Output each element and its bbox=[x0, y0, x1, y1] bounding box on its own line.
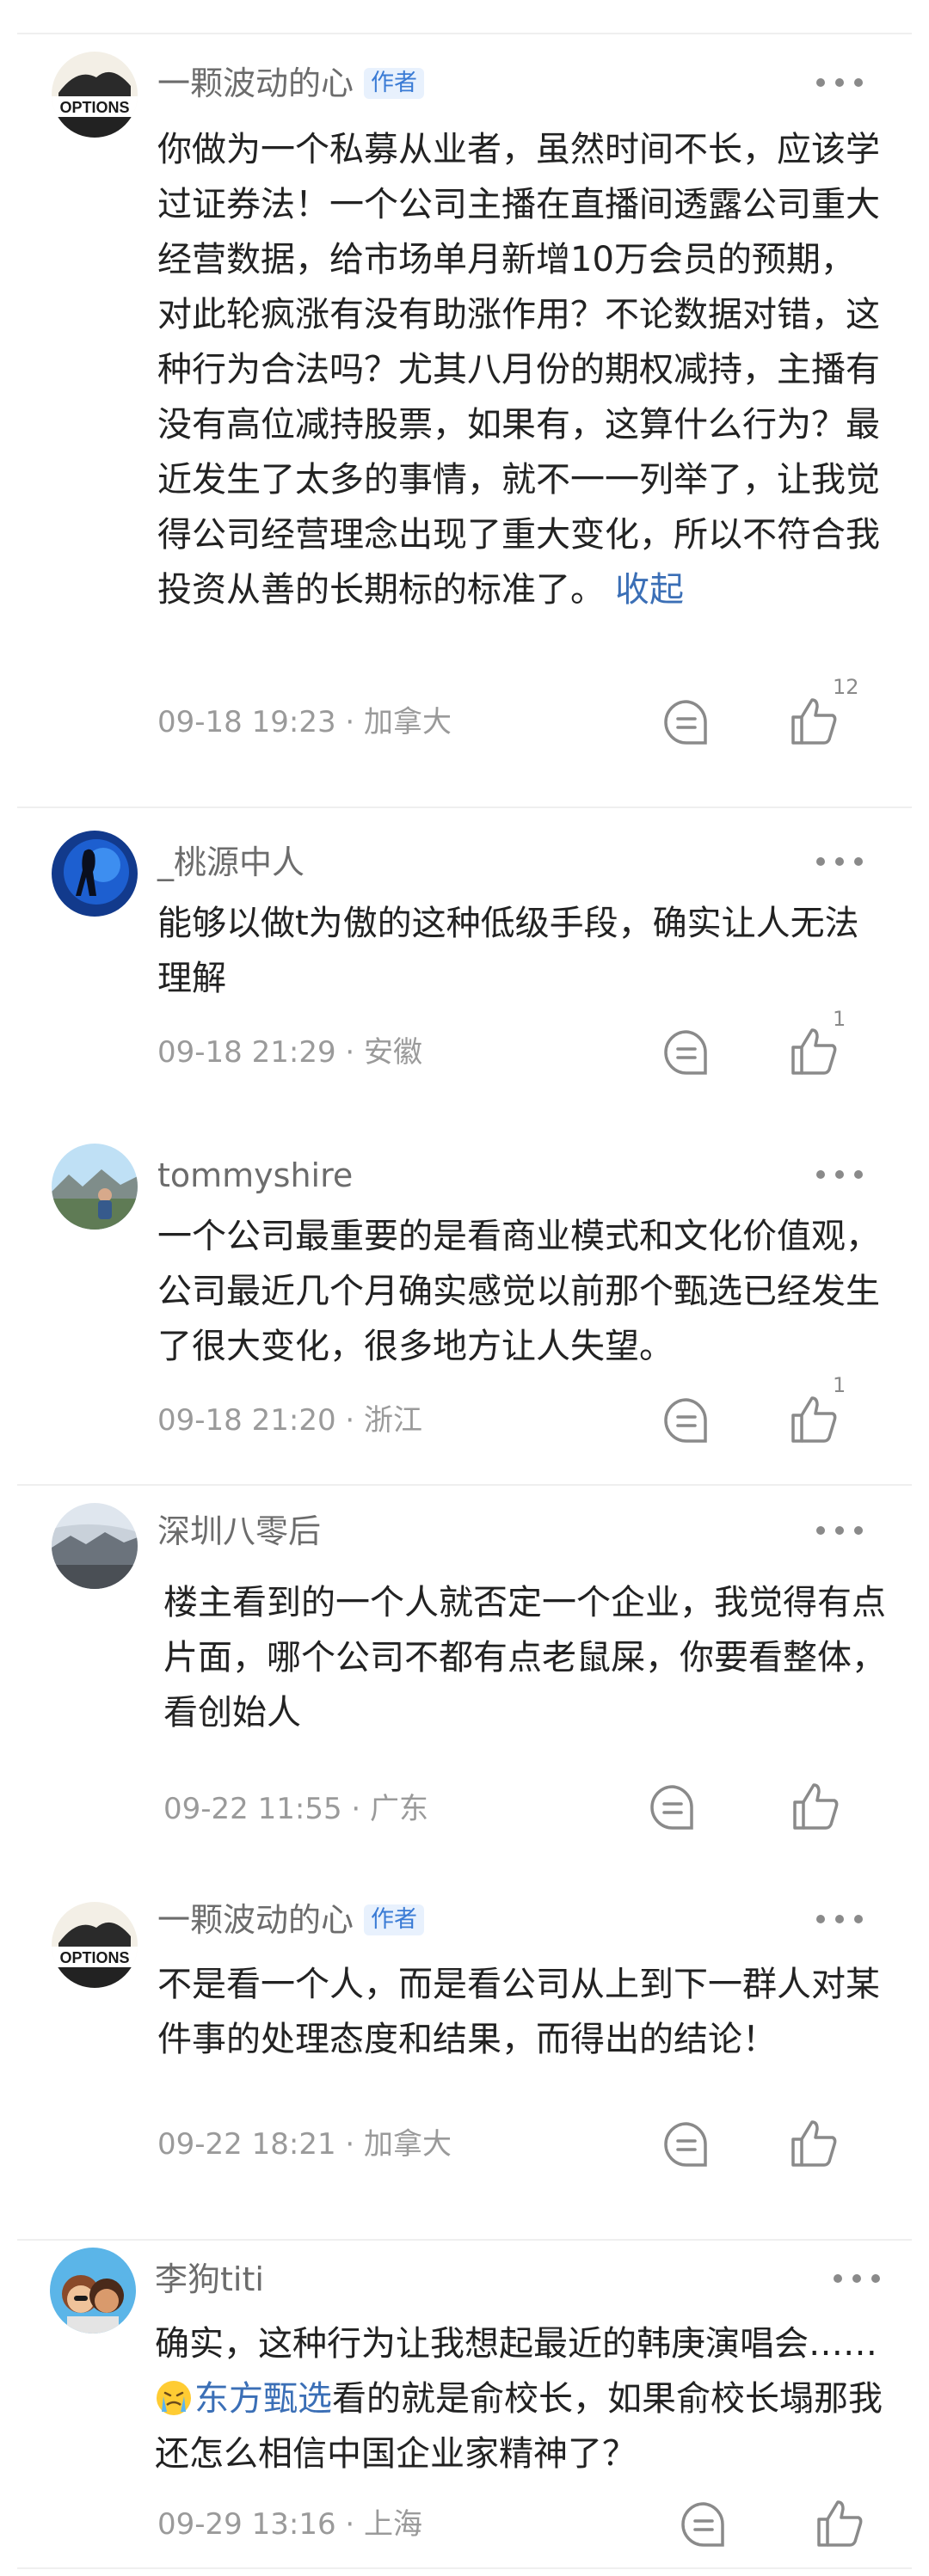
like-icon[interactable] bbox=[786, 1391, 841, 1446]
timestamp: 09-22 11:55 bbox=[163, 1792, 342, 1826]
like-count: 1 bbox=[833, 1007, 846, 1031]
like-count: 12 bbox=[833, 675, 859, 699]
collapse-link[interactable]: 收起 bbox=[615, 570, 684, 610]
comment-item: OPTIONS 一颗波动的心 作者 不是看一个人，而是看公司从上到下一群人对某件事… bbox=[0, 1871, 929, 2239]
comment-text: 不是看一个人，而是看公司从上到下一群人对某件事的处理态度和结果，而得出的结论！ bbox=[157, 1965, 880, 2059]
location: 浙江 bbox=[364, 1403, 423, 1438]
avatar[interactable] bbox=[52, 1144, 138, 1230]
comment-body: 确实，这种行为让我想起最近的韩庚演唱会……东方甄选看的就是俞校长，如果俞校长塌那… bbox=[155, 2316, 903, 2481]
reply-icon[interactable] bbox=[659, 1025, 714, 1080]
like-icon[interactable] bbox=[788, 1778, 843, 1833]
comment-text: 楼主看到的一个人就否定一个企业，我觉得有点片面，哪个公司不都有点老鼠屎，你要看整… bbox=[163, 1583, 886, 1733]
like-count: 1 bbox=[833, 1373, 846, 1397]
username[interactable]: 一颗波动的心 作者 bbox=[157, 1898, 425, 1941]
timestamp: 09-22 18:21 bbox=[157, 2127, 336, 2162]
comment-body: 一个公司最重要的是看商业模式和文化价值观，公司最近几个月确实感觉以前那个甄选已经… bbox=[157, 1209, 889, 1374]
comment-body: 楼主看到的一个人就否定一个企业，我觉得有点片面，哪个公司不都有点老鼠屎，你要看整… bbox=[163, 1575, 895, 1740]
author-badge: 作者 bbox=[364, 1904, 425, 1935]
timestamp: 09-29 13:16 bbox=[157, 2507, 336, 2542]
mention-link[interactable]: 东方甄选 bbox=[194, 2379, 332, 2419]
comment-item: tommyshire 一个公司最重要的是看商业模式和文化价值观，公司最近几个月确… bbox=[0, 1118, 929, 1484]
like-icon[interactable] bbox=[786, 2115, 841, 2170]
author-badge: 作者 bbox=[364, 67, 425, 99]
avatar-logo-text: OPTIONS bbox=[59, 1949, 129, 1966]
comment-text: 一个公司最重要的是看商业模式和文化价值观，公司最近几个月确实感觉以前那个甄选已经… bbox=[157, 1217, 880, 1366]
more-options-icon[interactable] bbox=[814, 74, 865, 91]
comment-meta: 09-18 19:23 · 加拿大 bbox=[157, 703, 452, 741]
comment-text: 能够以做t为傲的这种低级手段，确实让人无法理解 bbox=[157, 904, 859, 998]
avatar-logo-text: OPTIONS bbox=[59, 99, 129, 116]
comment-item: 深圳八零后 楼主看到的一个人就否定一个企业，我觉得有点片面，哪个公司不都有点老鼠… bbox=[0, 1484, 929, 1871]
comment-text-prefix: 确实，这种行为让我想起最近的韩庚演唱会…… bbox=[155, 2324, 877, 2364]
comment-item: OPTIONS 一颗波动的心 作者 你做为一个私募从业者，虽然时间不长，应该学过证… bbox=[0, 0, 929, 807]
comment-body: 你做为一个私募从业者，虽然时间不长，应该学过证券法！一个公司主播在直播间透露公司… bbox=[157, 122, 889, 617]
username[interactable]: 李狗titi bbox=[155, 2258, 264, 2301]
reply-icon[interactable] bbox=[659, 695, 714, 750]
meta-separator: · bbox=[335, 2127, 365, 2162]
comment-meta: 09-22 11:55 · 广东 bbox=[163, 1790, 428, 1828]
meta-separator: · bbox=[335, 2507, 365, 2542]
avatar[interactable]: OPTIONS bbox=[52, 1902, 138, 1988]
reply-icon[interactable] bbox=[645, 1780, 700, 1835]
reply-icon[interactable] bbox=[676, 2497, 731, 2552]
username[interactable]: 一颗波动的心 作者 bbox=[157, 62, 425, 105]
like-icon[interactable] bbox=[812, 2495, 867, 2550]
comment-body: 不是看一个人，而是看公司从上到下一群人对某件事的处理态度和结果，而得出的结论！ bbox=[157, 1957, 889, 2067]
timestamp: 09-18 21:29 bbox=[157, 1035, 336, 1070]
more-options-icon[interactable] bbox=[831, 2270, 883, 2287]
comment-text: 你做为一个私募从业者，虽然时间不长，应该学过证券法！一个公司主播在直播间透露公司… bbox=[157, 130, 880, 610]
comment-meta: 09-22 18:21 · 加拿大 bbox=[157, 2125, 452, 2163]
timestamp: 09-18 21:20 bbox=[157, 1403, 336, 1438]
more-options-icon[interactable] bbox=[814, 1522, 865, 1539]
username[interactable]: _桃源中人 bbox=[157, 841, 305, 884]
location: 上海 bbox=[364, 2507, 423, 2542]
comment-item: 李狗titi 确实，这种行为让我想起最近的韩庚演唱会……东方甄选看的就是俞校长，… bbox=[0, 2239, 929, 2576]
crying-emoji-icon bbox=[155, 2378, 193, 2416]
more-options-icon[interactable] bbox=[814, 853, 865, 870]
avatar[interactable] bbox=[52, 831, 138, 917]
comment-meta: 09-18 21:29 · 安徽 bbox=[157, 1033, 422, 1071]
avatar[interactable]: OPTIONS bbox=[52, 52, 138, 138]
username-text[interactable]: 一颗波动的心 bbox=[157, 1901, 354, 1939]
comment-meta: 09-18 21:20 · 浙江 bbox=[157, 1401, 422, 1439]
like-icon[interactable] bbox=[786, 1023, 841, 1078]
username-text[interactable]: 一颗波动的心 bbox=[157, 64, 354, 102]
username[interactable]: 深圳八零后 bbox=[157, 1510, 321, 1553]
meta-separator: · bbox=[335, 1035, 365, 1070]
location: 广东 bbox=[370, 1792, 429, 1826]
like-icon[interactable] bbox=[786, 693, 841, 748]
timestamp: 09-18 19:23 bbox=[157, 705, 336, 739]
avatar[interactable] bbox=[52, 1503, 138, 1589]
meta-separator: · bbox=[335, 705, 365, 739]
more-options-icon[interactable] bbox=[814, 1911, 865, 1928]
location: 加拿大 bbox=[364, 705, 452, 739]
reply-icon[interactable] bbox=[659, 1393, 714, 1448]
avatar[interactable] bbox=[50, 2248, 136, 2334]
comment-body: 能够以做t为傲的这种低级手段，确实让人无法理解 bbox=[157, 896, 889, 1006]
location: 加拿大 bbox=[364, 2127, 452, 2162]
comment-meta: 09-29 13:16 · 上海 bbox=[157, 2505, 422, 2543]
more-options-icon[interactable] bbox=[814, 1166, 865, 1183]
username[interactable]: tommyshire bbox=[157, 1154, 353, 1197]
reply-icon[interactable] bbox=[659, 2117, 714, 2172]
location: 安徽 bbox=[364, 1035, 423, 1070]
meta-separator: · bbox=[341, 1792, 371, 1826]
meta-separator: · bbox=[335, 1403, 365, 1438]
